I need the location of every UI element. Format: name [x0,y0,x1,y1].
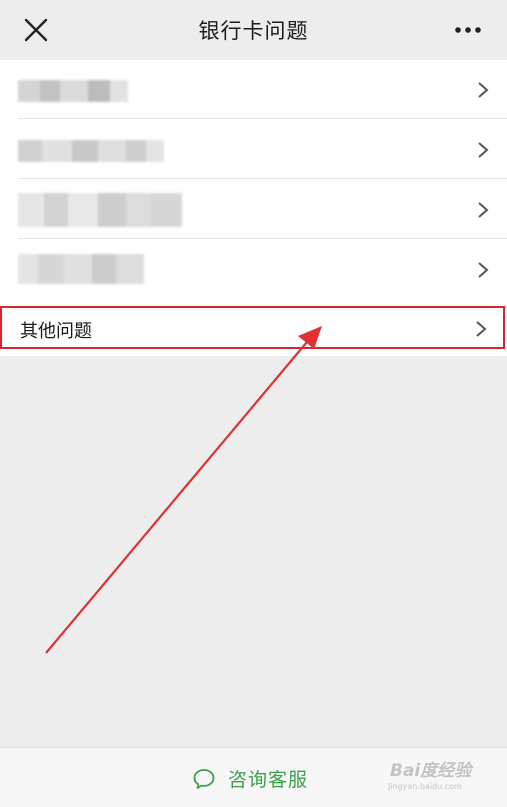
redacted-label [18,140,164,162]
chevron-right-icon [478,82,489,98]
list-item[interactable] [0,240,507,299]
redacted-label [18,193,182,227]
contact-service-label: 咨询客服 [228,769,309,791]
chevron-right-icon [476,321,487,337]
divider [18,178,507,179]
chevron-right-icon [478,262,489,278]
divider [18,238,507,239]
watermark: Bai度经验 jingyan.baidu.com [388,756,493,802]
watermark-text: Bai度经验 [390,761,472,781]
redacted-label [18,254,144,284]
chevron-right-icon [478,142,489,158]
nav-bar: 银行卡问题 [0,0,507,60]
redacted-label [18,80,128,102]
watermark-sub: jingyan.baidu.com [388,782,462,791]
list-item[interactable] [0,120,507,179]
more-icon[interactable] [453,18,483,42]
list-item[interactable] [0,180,507,239]
page-title: 银行卡问题 [198,19,309,43]
close-icon[interactable] [22,16,50,44]
chat-bubble-icon [193,768,215,789]
list-item-other-questions[interactable]: 其他问题 [0,306,505,349]
divider [18,118,507,119]
list-item[interactable] [0,60,507,119]
other-questions-label: 其他问题 [20,321,92,342]
chevron-right-icon [478,202,489,218]
contact-service-button[interactable]: 咨询客服 [192,765,308,792]
